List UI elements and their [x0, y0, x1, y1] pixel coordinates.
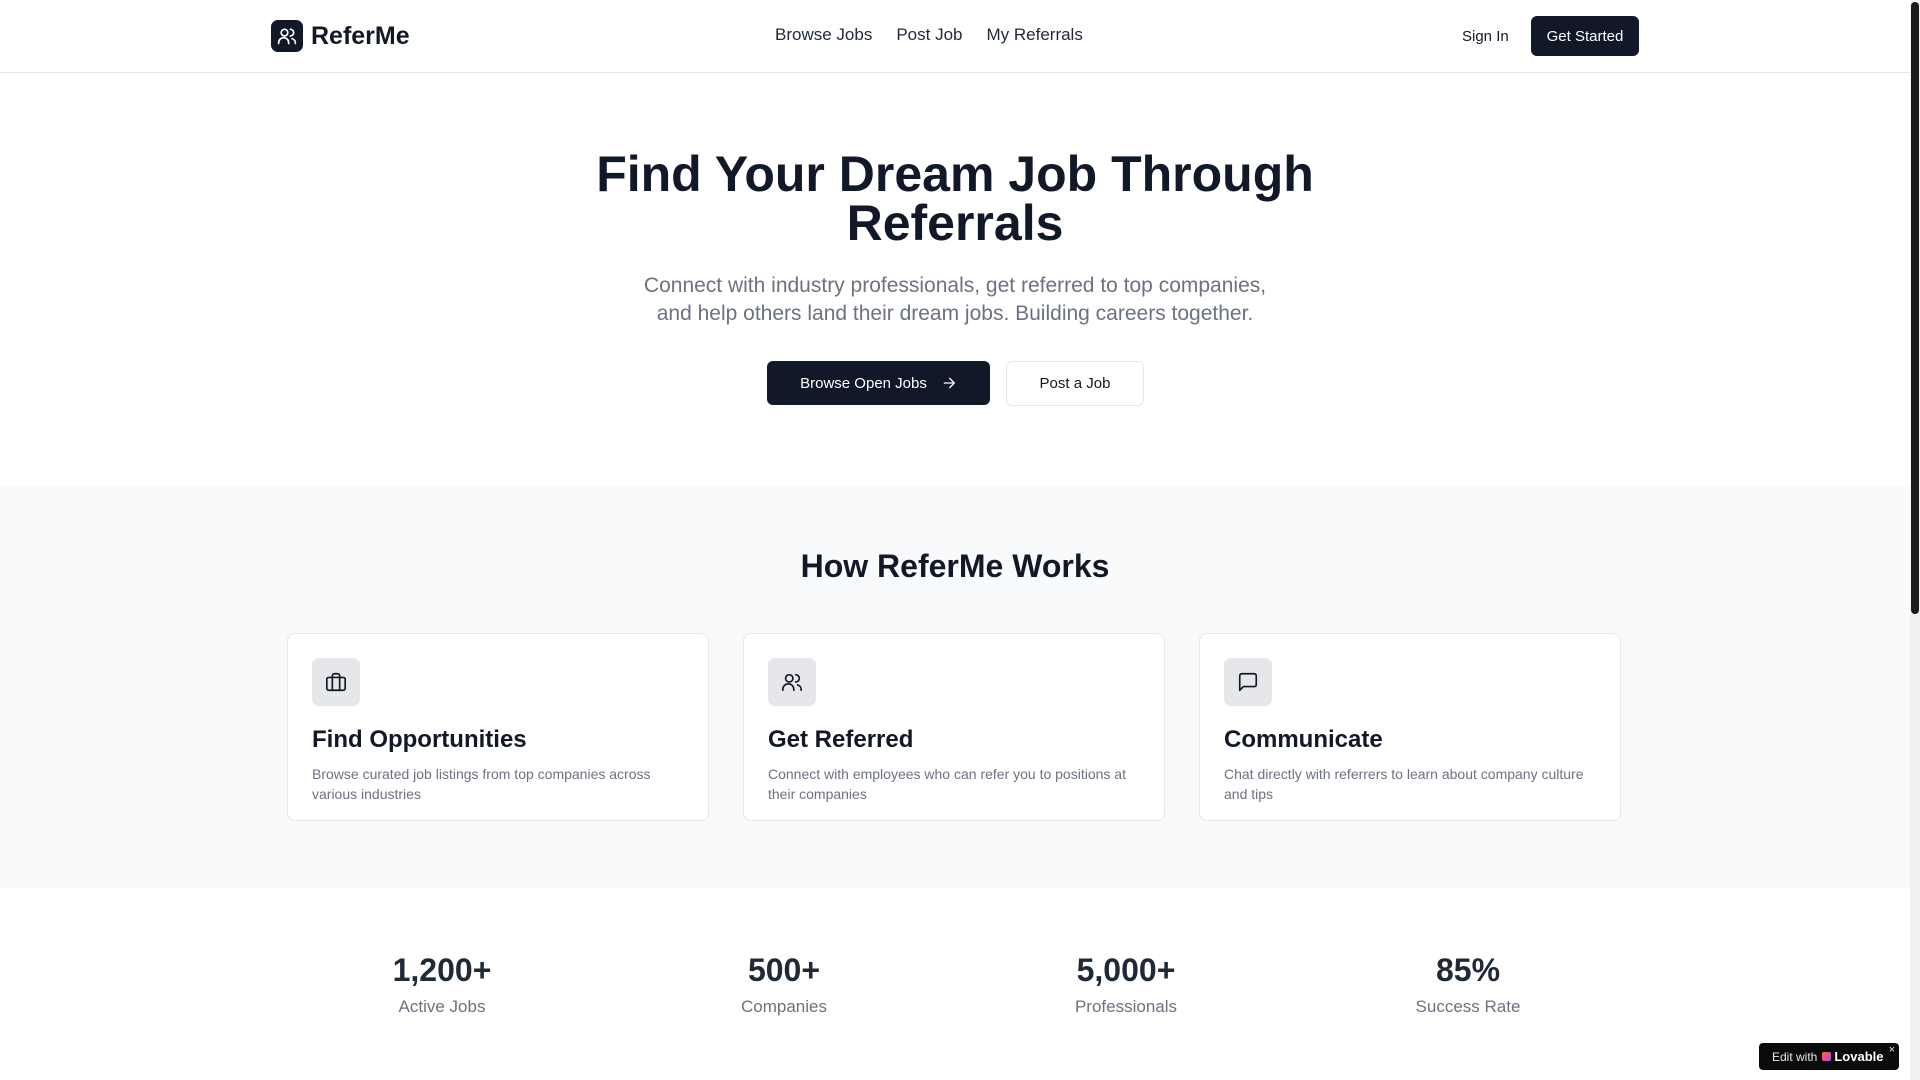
close-icon[interactable]: × — [1889, 1044, 1895, 1056]
top-header: ReferMe Browse Jobs Post Job My Referral… — [0, 0, 1910, 73]
hero-subtitle-line1: Connect with industry professionals, get… — [643, 274, 1267, 297]
card-title: Get Referred — [768, 726, 914, 753]
users-icon — [271, 20, 303, 52]
feature-card-communicate: Communicate Chat directly with referrers… — [1199, 633, 1621, 821]
briefcase-icon — [312, 658, 360, 706]
feature-card-get-referred: Get Referred Connect with employees who … — [743, 633, 1165, 821]
feature-card-find-opportunities: Find Opportunities Browse curated job li… — [287, 633, 709, 821]
brand-name: ReferMe — [311, 21, 410, 50]
hero-title: Find Your Dream Job Through Referrals — [555, 149, 1355, 251]
how-it-works-title: How ReferMe Works — [800, 548, 1110, 584]
lovable-heart-icon — [1822, 1052, 1832, 1061]
main-nav: Browse Jobs Post Job My Referrals — [775, 25, 1083, 45]
sign-in-button[interactable]: Sign In — [1450, 24, 1521, 48]
hero-subtitle: Connect with industry professionals, get… — [600, 272, 1310, 328]
page-scrollbar[interactable] — [1910, 0, 1920, 1080]
stat-success-rate: 85% Success Rate — [1318, 945, 1618, 1017]
scrollbar-thumb[interactable] — [1911, 2, 1919, 614]
brand-logo[interactable]: ReferMe — [271, 20, 410, 52]
stat-professionals: 5,000+ Professionals — [976, 945, 1276, 1017]
stat-value: 500+ — [747, 952, 821, 988]
stat-label: Success Rate — [1415, 997, 1521, 1016]
stat-value: 1,200+ — [392, 952, 492, 988]
card-description: Connect with employees who can refer you… — [768, 766, 1126, 802]
badge-prefix: Edit with — [1772, 1049, 1818, 1064]
get-started-button[interactable]: Get Started — [1531, 16, 1639, 56]
arrow-right-icon — [943, 377, 955, 389]
hero-title-line1: Find Your Dream Job Through — [596, 146, 1314, 202]
browse-open-jobs-button[interactable]: Browse Open Jobs — [767, 361, 990, 405]
nav-my-referrals[interactable]: My Referrals — [986, 25, 1082, 45]
stat-active-jobs: 1,200+ Active Jobs — [292, 945, 592, 1017]
stat-label: Professionals — [1074, 997, 1178, 1016]
badge-brand: Lovable — [1834, 1049, 1884, 1064]
nav-browse-jobs[interactable]: Browse Jobs — [775, 25, 872, 45]
stat-label: Companies — [741, 997, 827, 1016]
card-title: Find Opportunities — [312, 726, 527, 753]
how-it-works-section: How ReferMe Works Find Opportunities Bro… — [0, 486, 1910, 888]
stat-value: 5,000+ — [1076, 952, 1176, 988]
edit-with-lovable-badge[interactable]: Edit with Lovable × — [1759, 1043, 1899, 1070]
hero-subtitle-line2: and help others land their dream jobs. B… — [656, 302, 1254, 325]
users-icon — [768, 658, 816, 706]
stat-companies: 500+ Companies — [634, 945, 934, 1017]
hero-title-line2: Referrals — [846, 195, 1064, 251]
post-a-job-button[interactable]: Post a Job — [1006, 361, 1144, 406]
card-description: Chat directly with referrers to learn ab… — [1224, 766, 1584, 802]
message-icon — [1224, 658, 1272, 706]
card-title: Communicate — [1224, 726, 1383, 753]
card-description: Browse curated job listings from top com… — [312, 766, 651, 802]
stat-value: 85% — [1435, 952, 1501, 988]
stat-label: Active Jobs — [398, 997, 486, 1016]
browse-open-jobs-label: Browse Open Jobs — [800, 374, 927, 392]
nav-post-job[interactable]: Post Job — [896, 25, 962, 45]
